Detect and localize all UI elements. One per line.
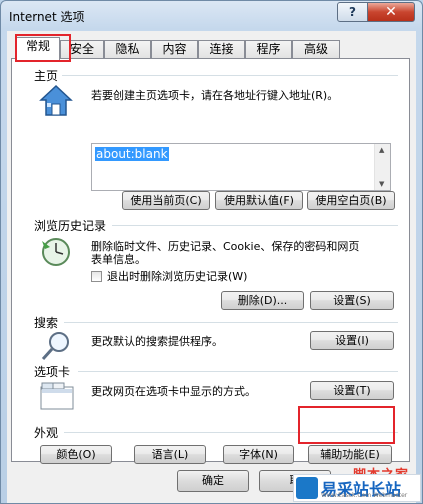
tab-bar: 常规 安全 隐私 内容 连接 程序 高级 [7, 37, 416, 60]
accessibility-button[interactable]: 辅助功能(E) [308, 445, 392, 464]
delete-on-exit-label[interactable]: 退出时删除浏览历史记录(W) [107, 270, 247, 283]
use-blank-button[interactable]: 使用空白页(B) [307, 191, 395, 210]
history-description-line2: 表单信息。 [91, 253, 146, 266]
home-divider [62, 75, 398, 76]
tabs-settings-button[interactable]: 设置(T) [310, 381, 394, 400]
watermark-logo-icon [296, 477, 318, 499]
scroll-up-icon[interactable]: ▲ [379, 146, 384, 154]
appearance-section-title: 外观 [34, 426, 59, 440]
tabs-divider [78, 371, 398, 372]
appearance-divider [64, 432, 398, 433]
tabs-window-icon [40, 382, 74, 410]
delete-on-exit-checkbox[interactable] [91, 271, 102, 282]
colors-button[interactable]: 颜色(O) [40, 445, 112, 464]
use-default-button[interactable]: 使用默认值(F) [215, 191, 303, 210]
window-title: Internet 选项 [9, 10, 85, 24]
general-tab-panel: 主页 若要创建主页选项卡，请在各地址行键入地址(R)。 about:blank … [11, 58, 410, 464]
search-description: 更改默认的搜索提供程序。 [91, 335, 223, 348]
languages-button[interactable]: 语言(L) [134, 445, 206, 464]
house-icon [39, 84, 73, 116]
address-scrollbar[interactable]: ▲ ▼ [374, 144, 390, 190]
tabs-section-title: 选项卡 [34, 365, 71, 379]
ok-button[interactable]: 确定 [177, 470, 249, 492]
home-description: 若要创建主页选项卡，请在各地址行键入地址(R)。 [91, 89, 339, 102]
tab-connections[interactable]: 连接 [198, 40, 245, 59]
delete-history-button[interactable]: 删除(D)... [221, 291, 304, 310]
watermark-url: Www.Easck.Com Webmaster [321, 492, 408, 499]
close-button[interactable]: ✕ [367, 2, 415, 22]
use-current-button[interactable]: 使用当前页(C) [122, 191, 210, 210]
history-divider [112, 225, 398, 226]
tab-general[interactable]: 常规 [16, 37, 60, 60]
scroll-down-icon[interactable]: ▼ [379, 180, 384, 188]
tab-security[interactable]: 安全 [60, 40, 104, 59]
home-section-title: 主页 [34, 69, 59, 83]
tab-programs[interactable]: 程序 [245, 40, 292, 59]
home-page-address-field[interactable]: about:blank ▲ ▼ [91, 143, 391, 191]
search-divider [64, 322, 398, 323]
history-settings-button[interactable]: 设置(S) [310, 291, 394, 310]
home-page-address-value: about:blank [95, 147, 169, 161]
history-clock-icon [42, 238, 70, 266]
history-section-title: 浏览历史记录 [34, 219, 107, 233]
history-description-line1: 删除临时文件、历史记录、Cookie、保存的密码和网页 [91, 240, 360, 253]
search-settings-button[interactable]: 设置(I) [310, 331, 394, 350]
search-section-title: 搜索 [34, 316, 59, 330]
site-watermark: 脚本之家 易采站长站 Www.Easck.Com Webmaster [293, 464, 423, 504]
dialog-client-area: 常规 安全 隐私 内容 连接 程序 高级 主页 若要创建主页选项卡，请在各地址行… [7, 31, 416, 503]
magnifier-icon [41, 332, 69, 361]
tab-advanced[interactable]: 高级 [292, 40, 340, 59]
fonts-button[interactable]: 字体(N) [223, 445, 294, 464]
title-bar[interactable]: Internet 选项 ? ✕ [1, 1, 422, 31]
tab-content[interactable]: 内容 [151, 40, 198, 59]
internet-options-window: Internet 选项 ? ✕ 常规 安全 隐私 内容 连接 程序 高级 主页 … [0, 0, 423, 504]
tab-privacy[interactable]: 隐私 [104, 40, 151, 59]
watermark-badge: 易采站长站 Www.Easck.Com Webmaster [293, 474, 421, 502]
tabs-description: 更改网页在选项卡中显示的方式。 [91, 385, 256, 398]
help-button[interactable]: ? [337, 2, 368, 22]
